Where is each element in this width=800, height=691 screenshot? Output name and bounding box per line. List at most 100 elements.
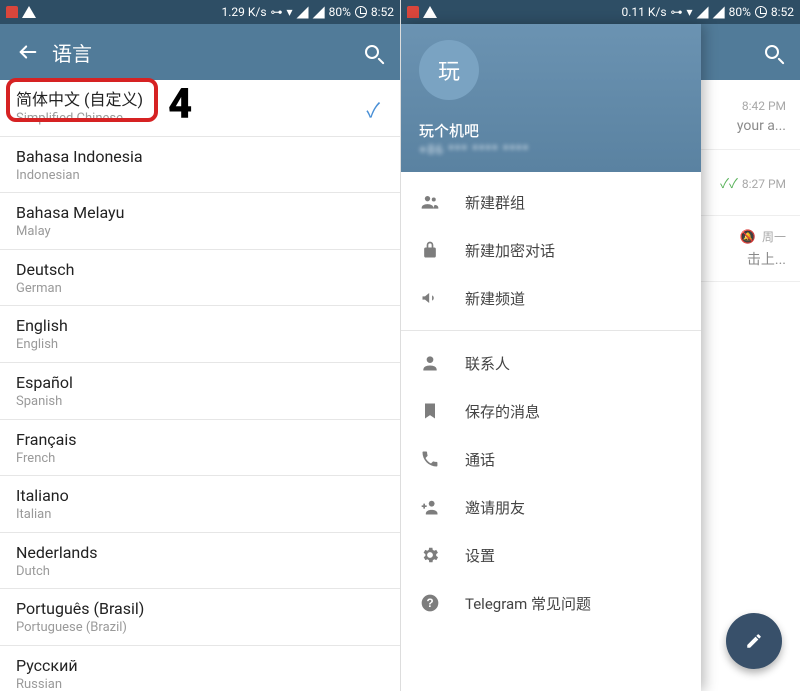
clock-icon <box>755 6 767 18</box>
language-subtitle: French <box>16 451 77 467</box>
back-button[interactable] <box>8 32 48 72</box>
check-icon: ✓ <box>366 94 384 123</box>
search-button[interactable] <box>352 32 392 72</box>
drawer-item-label: 邀请朋友 <box>465 497 525 518</box>
chat-snippet: 击上... <box>747 249 786 269</box>
compose-fab[interactable] <box>726 613 782 669</box>
wifi-icon: ▾ <box>687 5 693 19</box>
group-icon <box>419 192 441 212</box>
language-name: Italiano <box>16 486 69 506</box>
drawer-item-label: 保存的消息 <box>465 401 540 422</box>
arrow-left-icon <box>17 41 39 63</box>
language-item[interactable]: FrançaisFrench <box>0 420 400 477</box>
app-badge-icon <box>6 6 18 18</box>
drawer-item-label: 设置 <box>465 545 495 566</box>
language-name: 简体中文 (自定义) <box>16 90 143 110</box>
language-item[interactable]: 简体中文 (自定义)Simplified Chinese ✓ <box>0 80 400 137</box>
language-item[interactable]: ItalianoItalian <box>0 476 400 533</box>
drawer-header: 玩 玩个机吧 +86 *** **** **** <box>401 24 701 172</box>
status-time: 8:52 <box>371 5 394 19</box>
status-time: 8:52 <box>771 5 794 19</box>
person-icon <box>419 353 441 373</box>
language-item[interactable]: EspañolSpanish <box>0 363 400 420</box>
app-badge-icon <box>407 6 419 18</box>
signal-icon-2: ◢ <box>713 4 725 21</box>
drawer-item-label: Telegram 常见问题 <box>465 593 591 614</box>
drawer-item[interactable]: 通话 <box>401 435 701 483</box>
clock-icon <box>355 6 367 18</box>
language-item[interactable]: Português (Brasil)Portuguese (Brazil) <box>0 589 400 646</box>
warning-icon <box>22 6 36 18</box>
toolbar: 语言 <box>0 24 400 80</box>
language-subtitle: Indonesian <box>16 168 143 184</box>
signal-icon: ◢ <box>697 4 709 21</box>
language-subtitle: Spanish <box>16 394 73 410</box>
gear-icon <box>419 545 441 565</box>
avatar-initial: 玩 <box>438 54 460 86</box>
search-icon <box>765 45 779 59</box>
profile-phone: +86 *** **** **** <box>419 143 683 158</box>
chat-time: 8:27 PM <box>742 177 786 191</box>
drawer-item[interactable]: 保存的消息 <box>401 387 701 435</box>
drawer-item[interactable]: ? Telegram 常见问题 <box>401 579 701 627</box>
screen-language-settings: 1.29 K/s ⊶ ▾ ◢ ◢ 80% 8:52 语言 简体中文 (自定义)S… <box>0 0 400 691</box>
drawer-item[interactable]: 新建加密对话 <box>401 226 701 274</box>
language-item[interactable]: Bahasa IndonesiaIndonesian <box>0 137 400 194</box>
status-bar: 0.11 K/s ⊶ ▾ ◢ ◢ 80% 8:52 <box>401 0 800 24</box>
warning-icon <box>423 6 437 18</box>
drawer-item-label: 联系人 <box>465 353 510 374</box>
drawer-item-label: 新建频道 <box>465 288 525 309</box>
help-icon: ? <box>419 593 441 613</box>
avatar[interactable]: 玩 <box>419 40 479 100</box>
signal-icon-2: ◢ <box>313 4 325 21</box>
drawer-item[interactable]: 新建频道 <box>401 274 701 322</box>
drawer-item-label: 通话 <box>465 449 495 470</box>
profile-name: 玩个机吧 <box>419 120 683 141</box>
language-subtitle: Malay <box>16 224 124 240</box>
divider <box>401 330 701 331</box>
drawer-item-label: 新建群组 <box>465 192 525 213</box>
language-item[interactable]: Bahasa MelayuMalay <box>0 193 400 250</box>
language-subtitle: Portuguese (Brazil) <box>16 620 144 636</box>
language-subtitle: Dutch <box>16 564 98 580</box>
battery-percent: 80% <box>729 5 751 19</box>
language-name: Português (Brasil) <box>16 599 144 619</box>
bookmark-icon <box>419 401 441 421</box>
language-subtitle: English <box>16 337 68 353</box>
language-item[interactable]: РусскийRussian <box>0 646 400 691</box>
language-name: Русский <box>16 656 78 676</box>
language-subtitle: Simplified Chinese <box>16 111 143 127</box>
language-subtitle: Russian <box>16 677 78 691</box>
language-name: Nederlands <box>16 543 98 563</box>
screen-main-drawer: 0.11 K/s ⊶ ▾ ◢ ◢ 80% 8:52 8:42 PM your a.… <box>400 0 800 691</box>
network-speed: 1.29 K/s <box>221 5 266 19</box>
vpn-key-icon: ⊶ <box>671 5 683 19</box>
chat-snippet: your a... <box>737 118 786 134</box>
language-name: Español <box>16 373 73 393</box>
language-subtitle: Italian <box>16 507 69 523</box>
double-check-icon: ✓✓ <box>720 177 738 192</box>
mute-icon: 🔕 <box>740 230 756 245</box>
megaphone-icon <box>419 288 441 308</box>
drawer-item[interactable]: 设置 <box>401 531 701 579</box>
language-name: English <box>16 316 68 336</box>
language-item[interactable]: DeutschGerman <box>0 250 400 307</box>
language-list[interactable]: 简体中文 (自定义)Simplified Chinese ✓ Bahasa Indo… <box>0 80 400 691</box>
search-button[interactable] <box>752 32 792 72</box>
language-name: Bahasa Indonesia <box>16 147 143 167</box>
language-item[interactable]: NederlandsDutch <box>0 533 400 590</box>
search-icon <box>365 45 379 59</box>
battery-percent: 80% <box>329 5 351 19</box>
signal-icon: ◢ <box>297 4 309 21</box>
phone-icon <box>419 449 441 469</box>
drawer-item[interactable]: 联系人 <box>401 339 701 387</box>
vpn-key-icon: ⊶ <box>271 5 283 19</box>
drawer-item[interactable]: 新建群组 <box>401 178 701 226</box>
language-name: Français <box>16 430 77 450</box>
language-item[interactable]: EnglishEnglish <box>0 306 400 363</box>
drawer-item[interactable]: 邀请朋友 <box>401 483 701 531</box>
page-title: 语言 <box>52 38 92 67</box>
chat-time: 8:42 PM <box>742 99 786 113</box>
navigation-drawer: 玩 玩个机吧 +86 *** **** **** 新建群组新建加密对话新建频道联… <box>401 24 701 691</box>
language-name: Bahasa Melayu <box>16 203 124 223</box>
